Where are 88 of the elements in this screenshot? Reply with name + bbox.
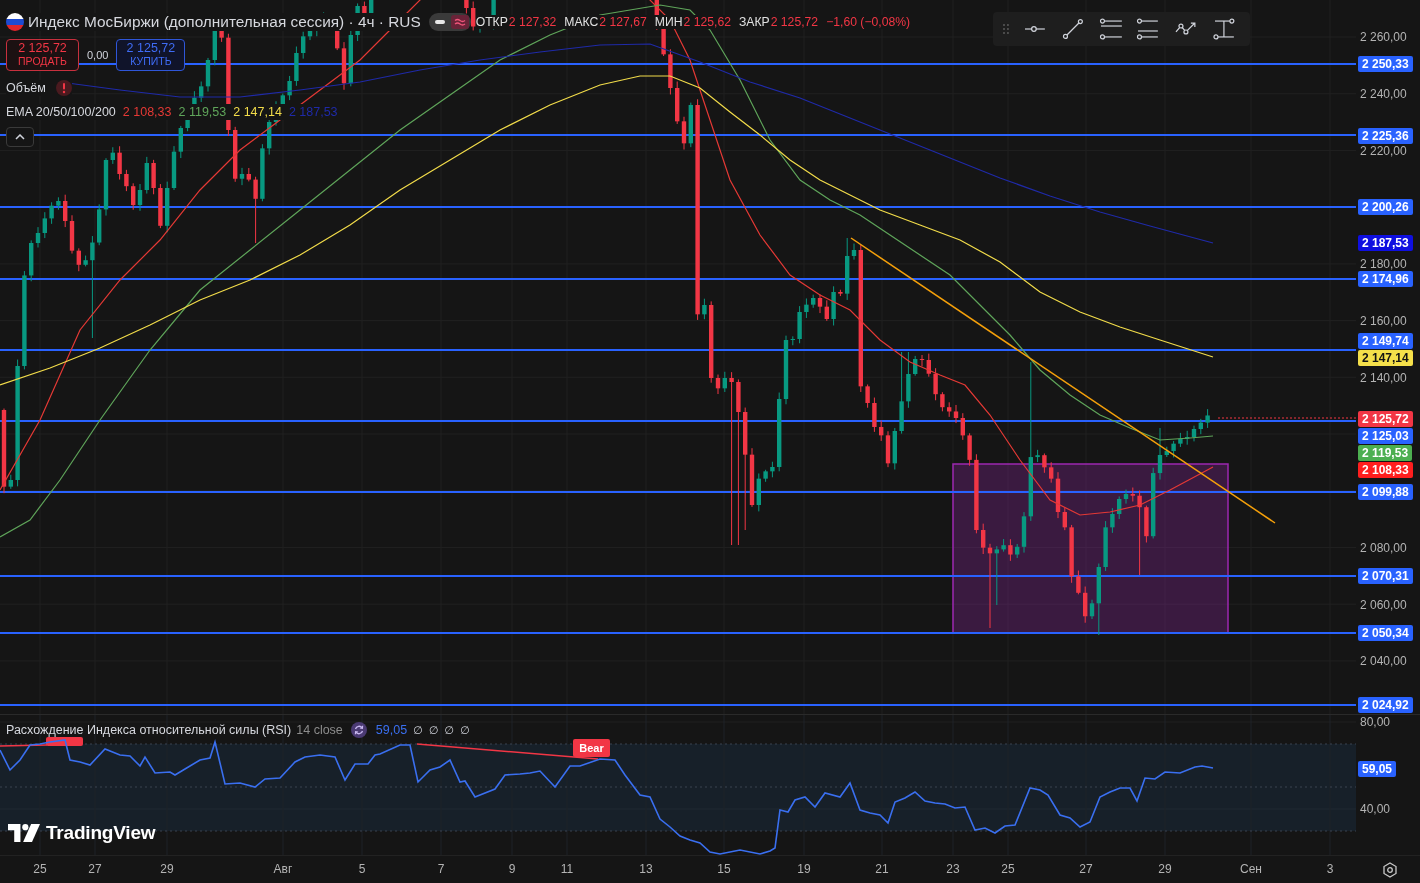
axis-label: 2 080,00 [1360, 540, 1407, 556]
flag-icon [6, 13, 24, 31]
price-tag: 2 250,33 [1358, 56, 1413, 72]
range-icon[interactable] [1212, 17, 1236, 41]
ohlc-label: МАКС [564, 15, 599, 29]
date-label: 9 [508, 862, 516, 876]
price-change: −1,60 (−0,08%) [826, 15, 911, 29]
price-tag: 2 174,96 [1358, 271, 1413, 287]
trend-line-icon[interactable] [1060, 17, 1085, 41]
price-tag: 2 125,03 [1358, 428, 1413, 444]
settings-icon[interactable] [1382, 861, 1398, 878]
signal-marker [46, 737, 83, 746]
ohlc-label: ЗАКР [738, 15, 770, 29]
horizontal-lines-icon[interactable] [1098, 17, 1123, 41]
axis-label: 80,00 [1360, 714, 1391, 730]
ohlc-value: 2 127,32 [508, 15, 557, 29]
axis-label: 2 260,00 [1360, 29, 1407, 45]
empty-value: ∅ [428, 723, 439, 737]
divergence-line [0, 744, 48, 747]
price-tag: 2 050,34 [1358, 625, 1413, 641]
date-label: 29 [1158, 862, 1172, 876]
date-label: 13 [639, 862, 653, 876]
price-tag: 2 147,14 [1358, 350, 1413, 366]
indicator-name: Объём [6, 81, 46, 95]
buy-button[interactable]: 2 125,72 КУПИТЬ [116, 39, 186, 71]
price-tag: 2 149,74 [1358, 333, 1413, 349]
price-tag: 2 225,36 [1358, 128, 1413, 144]
ohlc-label: МИН [654, 15, 683, 29]
price-tag: 2 119,53 [1358, 445, 1413, 461]
axis-label: 2 220,00 [1360, 143, 1407, 159]
date-label: 21 [875, 862, 889, 876]
spread-value: 0,00 [87, 49, 109, 61]
price-tag: 2 125,72 [1358, 411, 1413, 427]
date-label: 25 [1001, 862, 1015, 876]
ohlc-value: 2 125,72 [770, 15, 819, 29]
collapse-button[interactable] [6, 127, 34, 147]
drag-handle-icon[interactable] [1003, 24, 1009, 34]
indicator-value: 59,05 [375, 723, 408, 737]
date-label: Сен [1240, 862, 1262, 876]
date-label: 27 [88, 862, 102, 876]
sell-button[interactable]: 2 125,72 ПРОДАТЬ [6, 39, 79, 71]
alert-icon[interactable] [55, 80, 72, 96]
caret-icon [15, 134, 25, 140]
indicator-value: 2 147,14 [233, 105, 282, 119]
logo-text: TradingView [46, 822, 156, 844]
wave-icon[interactable] [450, 15, 469, 29]
ohlc-label: ОТКР [475, 15, 508, 29]
axis-label: 2 060,00 [1360, 597, 1407, 613]
date-label: 15 [717, 862, 731, 876]
date-label: 7 [437, 862, 445, 876]
price-tag: 2 108,33 [1358, 462, 1413, 478]
date-label: 25 [33, 862, 47, 876]
price-tag: 2 024,92 [1358, 697, 1413, 713]
empty-value: ∅ [459, 723, 470, 737]
indicator-name: EMA 20/50/100/200 [6, 105, 116, 119]
signal-tag: Bear [573, 739, 610, 757]
axis-label: 2 040,00 [1360, 653, 1407, 669]
date-label: 5 [358, 862, 366, 876]
logo-icon [8, 824, 40, 842]
indicator-value: 2 108,33 [122, 105, 172, 119]
indicator-name: Расхождение Индекса относительной силы (RSI) [6, 723, 292, 737]
indicator-params: 14 close [296, 723, 343, 737]
date-label: 27 [1079, 862, 1093, 876]
axis-label: 40,00 [1360, 801, 1391, 817]
date-label: 23 [946, 862, 960, 876]
refresh-icon[interactable] [350, 722, 367, 738]
indicator-value: 2 119,53 [178, 105, 227, 119]
axis-label: 2 160,00 [1360, 313, 1407, 329]
empty-value: ∅ [444, 723, 454, 737]
axis-label: 2 240,00 [1360, 86, 1407, 102]
date-label: 11 [560, 862, 574, 876]
price-tag: 2 070,31 [1358, 568, 1413, 584]
date-label: Авг [273, 862, 293, 876]
ohlc-value: 2 127,67 [599, 15, 647, 29]
date-label: 29 [160, 862, 174, 876]
price-tag: 2 200,26 [1358, 199, 1413, 215]
date-label: 3 [1326, 862, 1334, 876]
axis-label: 2 140,00 [1360, 370, 1407, 386]
horizontal-lines-icon[interactable] [1136, 17, 1161, 41]
axis-label: 2 180,00 [1360, 256, 1407, 272]
date-label: 19 [797, 862, 811, 876]
price-tag: 59,05 [1358, 761, 1397, 777]
price-tag: 2 187,53 [1358, 235, 1413, 251]
indicator-value: 2 187,53 [288, 105, 338, 119]
empty-value: ∅ [413, 723, 423, 737]
ohlc-value: 2 125,62 [683, 15, 731, 29]
chart-title: Индекс МосБиржи (дополнительная сессия) · 4ч · RUS [28, 13, 421, 31]
price-tag: 2 099,88 [1358, 484, 1413, 500]
